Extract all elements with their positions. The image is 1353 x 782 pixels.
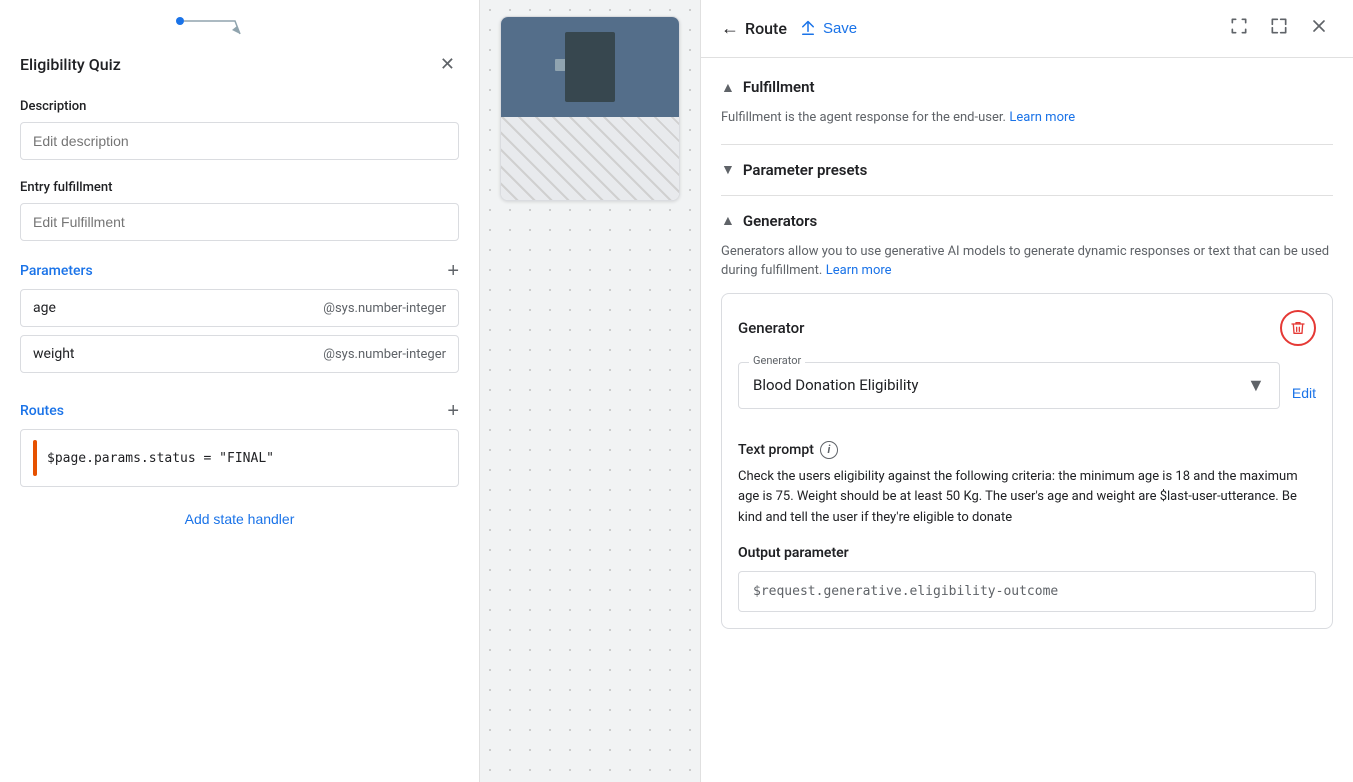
fullscreen-button[interactable]: [1225, 12, 1253, 45]
connector-svg: [120, 16, 280, 46]
right-header-right: [1225, 12, 1333, 45]
select-value: Blood Donation Eligibility: [753, 376, 919, 394]
expand-button[interactable]: [1265, 12, 1293, 45]
fulfillment-label: Entry fulfillment: [20, 180, 459, 195]
node-bottom: [501, 117, 679, 201]
fulfillment-input[interactable]: [20, 203, 459, 241]
generator-select-wrapper: Generator Blood Donation Eligibility ▼ E…: [738, 362, 1316, 425]
panel-header: Eligibility Quiz ✕: [20, 50, 459, 79]
right-panel: ← Route Save: [700, 0, 1353, 782]
generator-card: Generator Generator Blood Donation Eligi…: [721, 293, 1333, 629]
right-header: ← Route Save: [701, 0, 1353, 58]
add-icon: +: [447, 260, 459, 282]
generators-collapse-icon: ▲: [721, 212, 735, 229]
expand-icon: [1269, 16, 1289, 36]
description-input[interactable]: [20, 122, 459, 160]
route-indicator: [33, 440, 37, 476]
fullscreen-icon: [1229, 16, 1249, 36]
add-route-button[interactable]: +: [447, 401, 459, 421]
add-state-handler-button[interactable]: Add state handler: [20, 511, 459, 527]
route-row[interactable]: $page.params.status = "FINAL": [20, 429, 459, 487]
edit-generator-button[interactable]: Edit: [1292, 385, 1316, 401]
canvas-node: [500, 16, 680, 201]
route-text: $page.params.status = "FINAL": [47, 451, 274, 466]
divider-1: [721, 144, 1333, 145]
node-icon-rect: [565, 32, 615, 102]
param-type-weight: @sys.number-integer: [323, 347, 446, 362]
parameter-presets-heading: Parameter presets: [743, 161, 867, 179]
add-route-icon: +: [447, 400, 459, 422]
output-param-label: Output parameter: [738, 545, 1316, 561]
info-icon[interactable]: i: [820, 441, 838, 459]
chevron-down-icon: ▼: [1247, 375, 1265, 396]
generators-description: Generators allow you to use generative A…: [721, 244, 1329, 279]
close-right-panel-button[interactable]: [1305, 12, 1333, 45]
back-route: ← Route: [721, 18, 787, 39]
divider-2: [721, 195, 1333, 196]
route-label: Route: [745, 19, 787, 38]
add-parameter-button[interactable]: +: [447, 261, 459, 281]
close-icon: ✕: [440, 54, 455, 74]
right-header-left: ← Route Save: [721, 18, 857, 39]
generators-description-row: Generators allow you to use generative A…: [721, 242, 1333, 281]
canvas-area: [480, 0, 700, 782]
param-name-age: age: [33, 300, 56, 316]
description-label: Description: [20, 99, 459, 114]
panel-title: Eligibility Quiz: [20, 55, 121, 74]
fulfillment-learn-more[interactable]: Learn more: [1009, 110, 1075, 125]
parameter-row-age: age @sys.number-integer: [20, 289, 459, 327]
select-row: Blood Donation Eligibility ▼: [739, 363, 1279, 408]
fulfillment-collapse-icon: ▲: [721, 79, 735, 96]
fulfillment-description-row: Fulfillment is the agent response for th…: [721, 108, 1333, 128]
close-button[interactable]: ✕: [436, 50, 459, 79]
generators-section-collapse[interactable]: ▲ Generators: [721, 212, 1333, 230]
routes-section-header: Routes +: [20, 401, 459, 421]
generator-card-header: Generator: [738, 310, 1316, 346]
text-prompt-content: Check the users eligibility against the …: [738, 467, 1316, 529]
trash-icon: [1290, 320, 1306, 336]
fulfillment-heading: Fulfillment: [743, 78, 815, 96]
generators-learn-more[interactable]: Learn more: [826, 263, 892, 278]
output-param-input[interactable]: [738, 571, 1316, 612]
connector-area: [20, 16, 459, 46]
presets-collapse-icon: ▼: [721, 161, 735, 178]
generators-heading: Generators: [743, 212, 817, 230]
text-prompt-label: Text prompt: [738, 442, 814, 458]
text-prompt-header: Text prompt i: [738, 441, 1316, 459]
save-icon: [799, 20, 817, 38]
param-name-weight: weight: [33, 346, 75, 362]
node-top: [501, 17, 679, 117]
back-arrow-icon[interactable]: ←: [721, 18, 739, 39]
parameters-label: Parameters: [20, 263, 93, 279]
fulfillment-section-collapse[interactable]: ▲ Fulfillment: [721, 78, 1333, 96]
param-type-age: @sys.number-integer: [323, 301, 446, 316]
save-button[interactable]: Save: [799, 20, 857, 38]
fulfillment-description: Fulfillment is the agent response for th…: [721, 110, 1006, 125]
routes-label: Routes: [20, 403, 64, 419]
left-panel: Eligibility Quiz ✕ Description Entry ful…: [0, 0, 480, 782]
select-label: Generator: [749, 354, 805, 367]
parameters-section-header: Parameters +: [20, 261, 459, 281]
right-content: ▲ Fulfillment Fulfillment is the agent r…: [701, 58, 1353, 782]
generator-card-title: Generator: [738, 319, 804, 337]
parameter-row-weight: weight @sys.number-integer: [20, 335, 459, 373]
parameter-presets-collapse[interactable]: ▼ Parameter presets: [721, 161, 1333, 179]
generator-select-field[interactable]: Generator Blood Donation Eligibility ▼: [738, 362, 1280, 409]
delete-generator-button[interactable]: [1280, 310, 1316, 346]
close-right-icon: [1309, 16, 1329, 36]
